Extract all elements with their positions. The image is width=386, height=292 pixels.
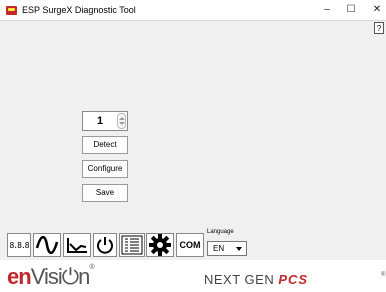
power-button[interactable]	[93, 233, 117, 257]
language-selected-value: EN	[213, 244, 225, 253]
digital-display-button[interactable]: 8.8.8	[7, 233, 31, 257]
envision-logo: enVisi⏻n®	[7, 264, 95, 289]
waveform-button[interactable]	[33, 233, 61, 257]
help-button[interactable]: ?	[374, 22, 384, 34]
pcs-registered-mark: ®	[381, 272, 386, 278]
spin-buttons[interactable]	[117, 113, 126, 129]
gear-icon	[149, 234, 171, 256]
chevron-down-icon	[236, 247, 242, 251]
registered-mark: ®	[89, 264, 94, 271]
app-icon	[6, 6, 17, 15]
save-button[interactable]: Save	[82, 184, 128, 202]
list-icon	[121, 235, 143, 255]
decrement-arrow-icon[interactable]	[119, 122, 125, 125]
configure-button[interactable]: Configure	[82, 160, 128, 178]
unit-number-control[interactable]: 1	[82, 111, 128, 131]
envision-logo-part: Visi	[30, 264, 63, 289]
nextgen-text: NEXT GEN	[204, 272, 275, 287]
event-list-button[interactable]	[119, 233, 145, 257]
increment-arrow-icon[interactable]	[119, 117, 125, 120]
com-port-label: COM	[179, 240, 201, 250]
minimize-button[interactable]: –	[316, 2, 338, 18]
nextgen-pcs-logo: NEXT GEN PCS	[204, 272, 308, 287]
maximize-button[interactable]: ☐	[340, 2, 362, 18]
unit-number-value[interactable]: 1	[83, 112, 117, 130]
pcs-text: PCS	[278, 272, 309, 287]
trend-chart-icon	[67, 238, 87, 253]
digits-icon: 8.8.8	[9, 240, 29, 250]
language-select[interactable]: EN	[207, 241, 247, 256]
title-bar: ESP SurgeX Diagnostic Tool – ☐ ✕	[0, 0, 386, 21]
sine-wave-icon	[35, 236, 59, 254]
trend-button[interactable]	[63, 233, 91, 257]
power-icon	[97, 237, 113, 254]
power-o-icon: ⏻	[61, 264, 79, 289]
com-port-button[interactable]: COM	[176, 233, 204, 257]
settings-button[interactable]	[146, 233, 174, 257]
window-title: ESP SurgeX Diagnostic Tool	[22, 5, 136, 15]
language-label: Language	[207, 229, 234, 235]
close-button[interactable]: ✕	[366, 2, 386, 18]
detect-button[interactable]: Detect	[82, 136, 128, 154]
